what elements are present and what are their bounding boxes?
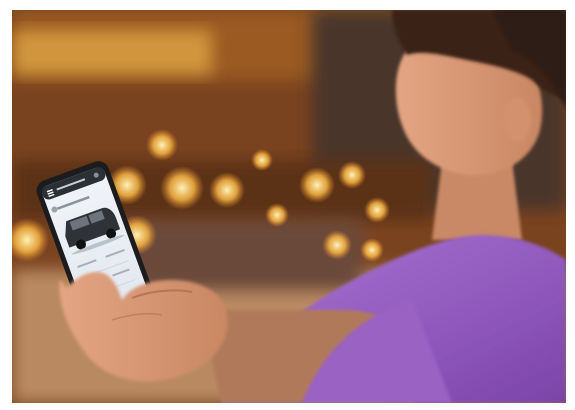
photo-scene	[12, 10, 566, 403]
photo	[12, 10, 566, 403]
image-frame	[0, 0, 575, 410]
